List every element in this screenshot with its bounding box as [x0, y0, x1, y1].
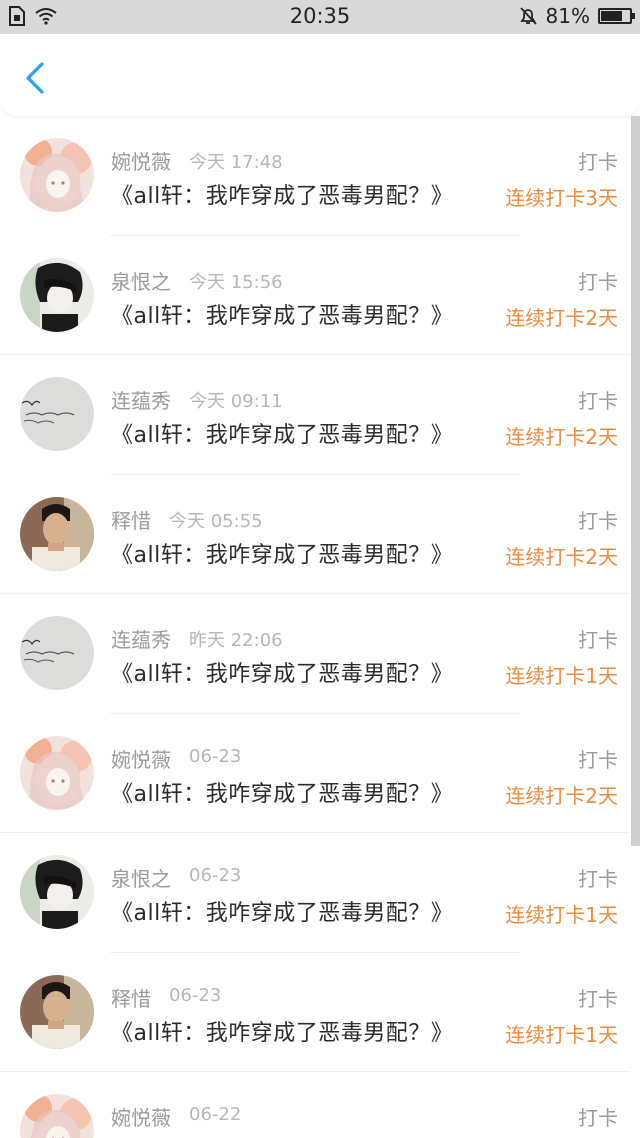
checkin-label: 打卡	[578, 1106, 618, 1130]
list-item[interactable]: 释惜 06-23 《all轩：我咋穿成了恶毒男配？》 打卡连续打卡1天	[0, 953, 630, 1072]
list-item[interactable]: 连蕴秀 昨天 22:06 《all轩：我咋穿成了恶毒男配？》 打卡连续打卡1天	[0, 594, 630, 714]
status-right-icons: 81%	[518, 4, 635, 28]
book-title[interactable]: 《all轩：我咋穿成了恶毒男配？》	[111, 417, 453, 449]
avatar[interactable]	[20, 974, 94, 1049]
checkin-label: 打卡	[578, 747, 618, 772]
user-name[interactable]: 连蕴秀	[111, 385, 171, 414]
timestamp: 今天 09:11	[189, 391, 283, 412]
checkin-label: 打卡	[578, 628, 618, 652]
nav-bar	[0, 34, 640, 116]
timestamp: 昨天 22:06	[189, 630, 283, 651]
back-chevron-icon[interactable]	[18, 58, 54, 98]
battery-percent: 81%	[545, 4, 590, 28]
checkin-label: 打卡	[578, 986, 618, 1011]
book-title[interactable]: 《all轩：我咋穿成了恶毒男配？》	[111, 895, 453, 927]
user-name[interactable]: 连蕴秀	[111, 624, 171, 653]
streak-label: 连续打卡2天	[505, 783, 618, 808]
timestamp: 06-23	[189, 865, 242, 886]
book-title[interactable]: 《all轩：我咋穿成了恶毒男配？》	[111, 776, 453, 808]
book-title[interactable]: 《all轩：我咋穿成了恶毒男配？》	[111, 298, 453, 330]
user-name[interactable]: 婉悦薇	[111, 1102, 171, 1131]
user-name[interactable]: 泉恨之	[111, 266, 171, 295]
list-item[interactable]: 婉悦薇 今天 17:48 《all轩：我咋穿成了恶毒男配？》 打卡连续打卡3天	[0, 116, 630, 236]
scrollbar-thumb[interactable]	[631, 116, 640, 846]
avatar[interactable]	[20, 855, 94, 929]
streak-label: 连续打卡1天	[505, 903, 618, 927]
status-bar: 20:35 81%	[0, 0, 640, 34]
user-name[interactable]: 释惜	[111, 505, 151, 534]
book-title[interactable]: 《all轩：我咋穿成了恶毒男配？》	[111, 1015, 453, 1047]
checkin-label: 打卡	[578, 389, 618, 413]
timestamp: 06-22	[189, 1104, 242, 1125]
streak-label: 连续打卡1天	[505, 664, 618, 688]
streak-label: 连续打卡2天	[505, 544, 618, 569]
list-item[interactable]: 释惜 今天 05:55 《all轩：我咋穿成了恶毒男配？》 打卡连续打卡2天	[0, 475, 630, 594]
book-title[interactable]: 《all轩：我咋穿成了恶毒男配？》	[111, 178, 453, 210]
list-item[interactable]: 婉悦薇 06-22 打卡	[0, 1072, 630, 1138]
user-name[interactable]: 泉恨之	[111, 863, 171, 892]
timestamp: 06-23	[189, 745, 242, 767]
user-name[interactable]: 婉悦薇	[111, 146, 171, 175]
user-name[interactable]: 释惜	[111, 983, 151, 1012]
timestamp: 今天 05:55	[169, 510, 263, 532]
streak-label: 连续打卡3天	[505, 186, 618, 210]
battery-level	[601, 11, 623, 21]
timestamp: 今天 15:56	[189, 271, 283, 293]
avatar[interactable]	[20, 496, 94, 571]
timestamp: 今天 17:48	[189, 152, 283, 173]
list-item[interactable]: 婉悦薇 06-23 《all轩：我咋穿成了恶毒男配？》 打卡连续打卡2天	[0, 714, 630, 833]
book-title[interactable]: 《all轩：我咋穿成了恶毒男配？》	[111, 656, 453, 688]
avatar[interactable]	[20, 616, 94, 690]
timestamp: 06-23	[169, 984, 222, 1006]
list-item[interactable]: 连蕴秀 今天 09:11 《all轩：我咋穿成了恶毒男配？》 打卡连续打卡2天	[0, 355, 630, 475]
book-title[interactable]: 《all轩：我咋穿成了恶毒男配？》	[111, 537, 453, 569]
checkin-list[interactable]: 婉悦薇 今天 17:48 《all轩：我咋穿成了恶毒男配？》 打卡 连续打卡3天 泉恨之…	[0, 116, 630, 1138]
avatar[interactable]	[20, 138, 94, 212]
avatar[interactable]	[20, 735, 94, 810]
mute-bell-icon	[519, 7, 537, 25]
checkin-label: 打卡	[578, 150, 618, 174]
checkin-label: 打卡	[578, 508, 618, 533]
streak-label: 连续打卡2天	[505, 305, 618, 330]
streak-label: 连续打卡1天	[505, 1022, 618, 1047]
avatar[interactable]	[20, 257, 94, 332]
battery-icon	[598, 8, 635, 24]
avatar[interactable]	[20, 1094, 94, 1138]
streak-label: 连续打卡2天	[505, 425, 618, 449]
checkin-label: 打卡	[578, 867, 618, 891]
checkin-label: 打卡	[578, 269, 618, 294]
list-item[interactable]: 泉恨之 06-23 《all轩：我咋穿成了恶毒男配？》 打卡连续打卡1天	[0, 833, 630, 953]
user-name[interactable]: 婉悦薇	[111, 744, 171, 773]
list-item[interactable]: 泉恨之 今天 15:56 《all轩：我咋穿成了恶毒男配？》 打卡连续打卡2天	[0, 236, 630, 355]
avatar[interactable]	[20, 377, 94, 451]
